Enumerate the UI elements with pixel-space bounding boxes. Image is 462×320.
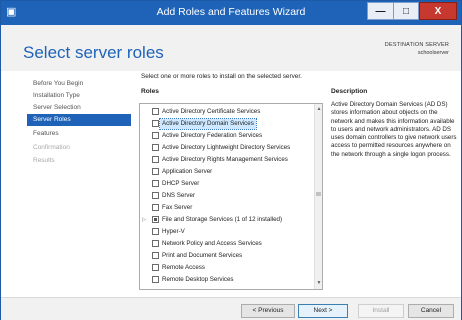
scroll-up-icon[interactable]: ▲ bbox=[315, 105, 322, 114]
role-row[interactable]: Print and Document Services bbox=[140, 251, 312, 261]
role-checkbox[interactable] bbox=[152, 276, 159, 283]
role-row[interactable]: Active Directory Federation Services bbox=[140, 131, 312, 141]
role-label: DNS Server bbox=[162, 192, 196, 199]
role-row[interactable]: Remote Access bbox=[140, 263, 312, 273]
cancel-button[interactable]: Cancel bbox=[408, 304, 454, 318]
role-row[interactable]: Active Directory Lightweight Directory S… bbox=[140, 143, 312, 153]
role-checkbox[interactable] bbox=[152, 204, 159, 211]
wizard-header: Select server roles DESTINATION SERVER s… bbox=[1, 25, 461, 71]
scroll-down-icon[interactable]: ▼ bbox=[315, 279, 322, 288]
role-checkbox[interactable] bbox=[152, 156, 159, 163]
nav-item-results: Results bbox=[33, 157, 55, 164]
role-checkbox[interactable] bbox=[152, 180, 159, 187]
minimize-icon: — bbox=[375, 5, 386, 17]
role-label: Network Policy and Access Services bbox=[162, 240, 262, 247]
role-checkbox[interactable] bbox=[152, 240, 159, 247]
role-checkbox[interactable] bbox=[152, 252, 159, 259]
role-row[interactable]: Active Directory Certificate Services bbox=[140, 107, 312, 117]
role-checkbox[interactable] bbox=[152, 228, 159, 235]
roles-heading: Roles bbox=[141, 88, 159, 95]
role-checkbox[interactable] bbox=[152, 168, 159, 175]
role-label: Print and Document Services bbox=[162, 252, 243, 259]
roles-scrollbar[interactable]: ▲ ▼ bbox=[314, 104, 322, 289]
install-button[interactable]: Install bbox=[358, 304, 404, 318]
close-icon: X bbox=[434, 5, 442, 17]
role-checkbox[interactable] bbox=[152, 192, 159, 199]
role-row[interactable]: Fax Server bbox=[140, 203, 312, 213]
role-label: Active Directory Certificate Services bbox=[162, 108, 261, 115]
role-row[interactable]: DNS Server bbox=[140, 191, 312, 201]
previous-button[interactable]: < Previous bbox=[241, 304, 295, 318]
role-checkbox[interactable] bbox=[152, 264, 159, 271]
description-text: Active Directory Domain Services (AD DS)… bbox=[331, 101, 457, 158]
roles-list[interactable]: ▲ ▼ Active Directory Certificate Service… bbox=[139, 103, 323, 290]
role-row[interactable]: Application Server bbox=[140, 167, 312, 177]
role-checkbox[interactable] bbox=[152, 144, 159, 151]
maximize-button[interactable]: □ bbox=[394, 2, 419, 20]
role-label: Active Directory Rights Management Servi… bbox=[162, 156, 288, 163]
role-row[interactable]: Remote Desktop Services bbox=[140, 275, 312, 285]
description-heading: Description bbox=[331, 88, 368, 95]
next-button[interactable]: Next > bbox=[298, 304, 348, 318]
close-button[interactable]: X bbox=[419, 2, 457, 20]
nav-item-confirmation: Confirmation bbox=[33, 144, 70, 151]
role-row[interactable]: ▷ File and Storage Services (1 of 12 inst… bbox=[140, 215, 312, 225]
maximize-icon: □ bbox=[402, 5, 410, 17]
title-bar[interactable]: ▣ Add Roles and Features Wizard — □ X bbox=[1, 1, 461, 25]
nav-item-before-you-begin[interactable]: Before You Begin bbox=[33, 78, 131, 90]
role-label: File and Storage Services (1 of 12 insta… bbox=[162, 216, 283, 223]
destination-server-value: schoolserver bbox=[417, 50, 449, 56]
role-label: DHCP Server bbox=[162, 180, 200, 187]
instruction-text: Select one or more roles to install on t… bbox=[141, 73, 302, 80]
destination-server-label: DESTINATION SERVER bbox=[384, 42, 449, 48]
role-checkbox[interactable] bbox=[152, 132, 159, 139]
role-row[interactable]: Active Directory Rights Management Servi… bbox=[140, 155, 312, 165]
role-label: Remote Desktop Services bbox=[162, 276, 234, 283]
role-row[interactable]: DHCP Server bbox=[140, 179, 312, 189]
role-checkbox[interactable] bbox=[152, 216, 159, 223]
wizard-footer: < Previous Next > Install Cancel bbox=[1, 297, 461, 320]
role-label: Application Server bbox=[162, 168, 213, 175]
nav-item-server-roles[interactable]: Server Roles bbox=[27, 114, 131, 126]
role-row[interactable]: Active Directory Domain Services bbox=[140, 118, 312, 130]
role-row[interactable]: Hyper-V bbox=[140, 227, 312, 237]
role-label: Active Directory Federation Services bbox=[162, 132, 263, 139]
role-label: Fax Server bbox=[162, 204, 193, 211]
role-label: Remote Access bbox=[162, 264, 205, 271]
expand-arrow-icon[interactable]: ▷ bbox=[142, 216, 148, 224]
main-content: Select one or more roles to install on t… bbox=[133, 71, 461, 297]
role-row[interactable]: Network Policy and Access Services bbox=[140, 239, 312, 249]
role-label: Active Directory Domain Services bbox=[159, 118, 257, 130]
wizard-window: ▣ Add Roles and Features Wizard — □ X Se… bbox=[0, 0, 462, 320]
role-label: Hyper-V bbox=[162, 228, 185, 235]
nav-item-installation-type[interactable]: Installation Type bbox=[33, 90, 131, 102]
nav-item-server-selection[interactable]: Server Selection bbox=[33, 102, 131, 114]
wizard-nav: Before You Begin Installation Type Server … bbox=[1, 71, 133, 297]
role-label: Active Directory Lightweight Directory S… bbox=[162, 144, 291, 151]
page-title: Select server roles bbox=[23, 43, 164, 62]
scroll-thumb[interactable] bbox=[316, 192, 321, 196]
role-checkbox[interactable] bbox=[152, 120, 159, 127]
nav-item-features[interactable]: Features bbox=[33, 128, 131, 140]
role-checkbox[interactable] bbox=[152, 108, 159, 115]
minimize-button[interactable]: — bbox=[367, 2, 394, 20]
